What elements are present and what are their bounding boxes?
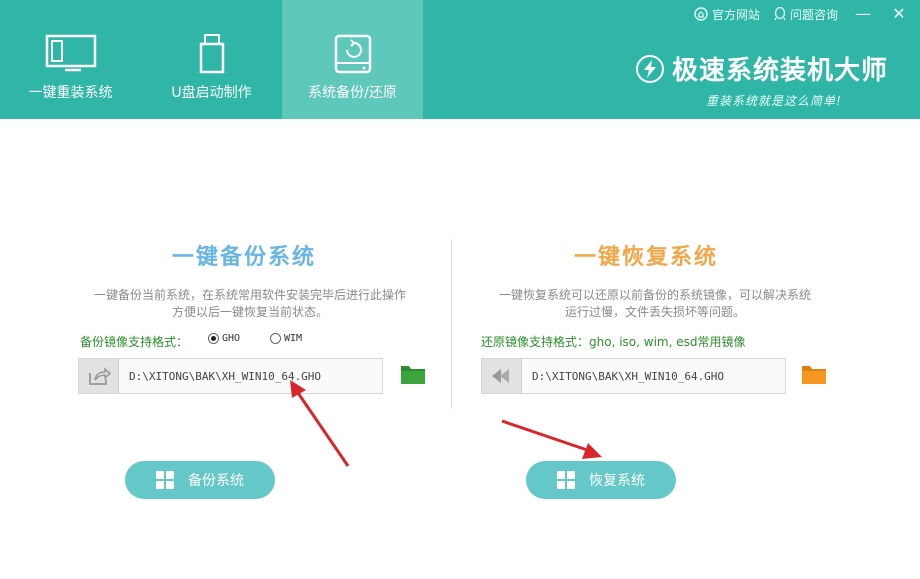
panel-divider bbox=[451, 239, 452, 409]
restore-path-text: D:\XITONG\BAK\XH_WIN10_64.GHO bbox=[532, 369, 725, 383]
main-tabs: 一键重装系统 U盘启动制作 系统备份/还原 bbox=[0, 0, 423, 119]
restore-description-line1: 一键恢复系统可以还原以前备份的系统镜像，可以解决系统 bbox=[498, 288, 811, 302]
brand: 极速系统装机大师 bbox=[636, 50, 888, 87]
radio-gho-label: GHO bbox=[222, 333, 241, 344]
restore-system-label: 恢复系统 bbox=[589, 473, 645, 489]
radio-gho[interactable]: GHO bbox=[208, 333, 240, 344]
minimize-button[interactable]: — bbox=[852, 6, 874, 22]
backup-system-label: 备份系统 bbox=[188, 473, 244, 489]
monitor-icon bbox=[45, 34, 96, 72]
restore-browse-folder-button[interactable] bbox=[801, 363, 827, 389]
radio-dot bbox=[208, 333, 219, 344]
annotation-arrow-restore bbox=[501, 419, 602, 459]
tab-usb-boot[interactable]: U盘启动制作 bbox=[141, 0, 282, 119]
backup-path-text: D:\XITONG\BAK\XH_WIN10_64.GHO bbox=[129, 369, 322, 383]
backup-description: 一键备份当前系统，在系统常用软件安装完毕后进行此操作 方便以后一键恢复当前状态。 bbox=[70, 287, 430, 321]
tab-label: U盘启动制作 bbox=[171, 85, 252, 101]
tab-one-click-reinstall[interactable]: 一键重装系统 bbox=[0, 0, 141, 119]
back-arrow-icon bbox=[482, 359, 522, 393]
tab-label: 系统备份/还原 bbox=[308, 85, 397, 101]
backup-system-button[interactable]: 备份系统 bbox=[125, 461, 275, 499]
folder-icon bbox=[802, 366, 826, 384]
tab-backup-restore[interactable]: 系统备份/还原 bbox=[282, 0, 423, 119]
lightning-icon bbox=[636, 54, 664, 83]
folder-icon bbox=[401, 366, 425, 384]
backup-path-field[interactable]: D:\XITONG\BAK\XH_WIN10_64.GHO bbox=[78, 358, 383, 394]
official-website-link[interactable]: 官方网站 bbox=[694, 6, 760, 23]
tab-label: 一键重装系统 bbox=[28, 85, 113, 101]
backup-title: 一键备份系统 bbox=[172, 245, 317, 270]
app-header: 一键重装系统 U盘启动制作 系统备份/还原 官方网站 问题咨询 — ✕ 极速系统… bbox=[0, 0, 920, 119]
main-content: 一键备份系统 一键备份当前系统，在系统常用软件安装完毕后进行此操作 方便以后一键… bbox=[0, 119, 920, 579]
backup-description-line1: 一键备份当前系统，在系统常用软件安装完毕后进行此操作 bbox=[93, 288, 406, 302]
usb-drive-icon bbox=[199, 34, 224, 74]
official-website-label: 官方网站 bbox=[711, 7, 760, 22]
backup-drive-icon bbox=[334, 34, 371, 74]
restore-path-field[interactable]: D:\XITONG\BAK\XH_WIN10_64.GHO bbox=[481, 358, 786, 394]
radio-wim-label: WIM bbox=[284, 333, 303, 344]
top-links: 官方网站 问题咨询 — ✕ bbox=[694, 0, 920, 28]
brand-slogan: 重装系统就是这么简单! bbox=[706, 94, 842, 108]
restore-description: 一键恢复系统可以还原以前备份的系统镜像，可以解决系统 运行过慢，文件丢失损坏等问… bbox=[480, 287, 830, 321]
backup-browse-folder-button[interactable] bbox=[400, 363, 426, 389]
restore-description-line2: 运行过慢，文件丢失损坏等问题。 bbox=[564, 305, 745, 319]
restore-title: 一键恢复系统 bbox=[574, 245, 719, 270]
close-button[interactable]: ✕ bbox=[888, 6, 910, 22]
brand-title: 极速系统装机大师 bbox=[672, 56, 889, 86]
radio-dot bbox=[270, 333, 281, 344]
restore-system-button[interactable]: 恢复系统 bbox=[526, 461, 676, 499]
share-icon bbox=[79, 359, 119, 393]
backup-format-label: 备份镜像支持格式： bbox=[80, 335, 189, 349]
qq-icon bbox=[774, 7, 786, 21]
windows-icon bbox=[557, 471, 575, 489]
radio-wim[interactable]: WIM bbox=[270, 333, 302, 344]
windows-icon bbox=[156, 471, 174, 489]
backup-description-line2: 方便以后一键恢复当前状态。 bbox=[171, 305, 328, 319]
home-icon bbox=[694, 7, 708, 21]
support-link[interactable]: 问题咨询 bbox=[774, 6, 838, 23]
support-label: 问题咨询 bbox=[789, 7, 838, 22]
restore-format-label: 还原镜像支持格式：gho, iso, wim, esd常用镜像 bbox=[481, 335, 746, 349]
